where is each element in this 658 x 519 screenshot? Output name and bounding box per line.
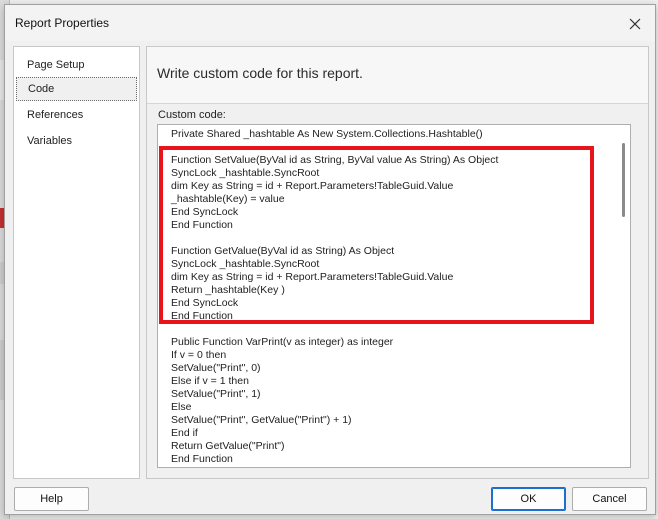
nav-item-variables[interactable]: Variables: [16, 129, 137, 153]
code-line[interactable]: SetValue("Print", 1): [171, 388, 498, 401]
code-line[interactable]: Function SetValue(ByVal id as String, By…: [171, 154, 498, 167]
title-bar: Report Properties: [5, 5, 655, 41]
code-line[interactable]: SetValue("Print", 0): [171, 362, 498, 375]
code-line[interactable]: End SyncLock: [171, 206, 498, 219]
code-line[interactable]: dim Key as String = id + Report.Paramete…: [171, 271, 498, 284]
code-line[interactable]: End Function: [171, 219, 498, 232]
code-line[interactable]: Private Shared _hashtable As New System.…: [171, 128, 498, 141]
code-line[interactable]: Return GetValue("Print"): [171, 440, 498, 453]
code-line[interactable]: dim Key as String = id + Report.Paramete…: [171, 180, 498, 193]
close-button[interactable]: [623, 13, 647, 35]
page-header: Write custom code for this report.: [147, 47, 648, 104]
vertical-scrollbar[interactable]: [620, 127, 628, 465]
nav-item-code[interactable]: Code: [16, 77, 137, 101]
code-line[interactable]: [171, 232, 498, 245]
ok-button[interactable]: OK: [491, 487, 566, 511]
code-line[interactable]: Function GetValue(ByVal id as String) As…: [171, 245, 498, 258]
category-list: Page Setup Code References Variables: [13, 46, 140, 479]
code-line[interactable]: Return _hashtable(Key ): [171, 284, 498, 297]
code-line[interactable]: End SyncLock: [171, 297, 498, 310]
code-line[interactable]: If v = 0 then: [171, 349, 498, 362]
code-line[interactable]: _hashtable(Key) = value: [171, 193, 498, 206]
code-text[interactable]: Private Shared _hashtable As New System.…: [171, 128, 498, 466]
code-line[interactable]: SyncLock _hashtable.SyncRoot: [171, 167, 498, 180]
custom-code-label: Custom code:: [158, 109, 226, 121]
nav-item-page-setup[interactable]: Page Setup: [16, 53, 137, 77]
page-heading: Write custom code for this report.: [157, 65, 363, 81]
help-button[interactable]: Help: [14, 487, 89, 511]
code-page: Write custom code for this report. Custo…: [146, 46, 649, 479]
code-line[interactable]: End if: [171, 427, 498, 440]
code-line[interactable]: Public Function VarPrint(v as integer) a…: [171, 336, 498, 349]
code-line[interactable]: Else: [171, 401, 498, 414]
code-line[interactable]: SyncLock _hashtable.SyncRoot: [171, 258, 498, 271]
close-icon: [629, 18, 641, 30]
code-line[interactable]: SetValue("Print", GetValue("Print") + 1): [171, 414, 498, 427]
scroll-thumb[interactable]: [622, 143, 625, 217]
cancel-button[interactable]: Cancel: [572, 487, 647, 511]
nav-item-references[interactable]: References: [16, 103, 137, 127]
code-line[interactable]: End Function: [171, 310, 498, 323]
code-line[interactable]: End Function: [171, 453, 498, 466]
report-properties-dialog: Report Properties Page Setup Code Refere…: [4, 4, 656, 515]
dialog-title: Report Properties: [15, 16, 110, 30]
code-line[interactable]: [171, 141, 498, 154]
custom-code-editor[interactable]: Private Shared _hashtable As New System.…: [157, 124, 631, 468]
code-line[interactable]: Else if v = 1 then: [171, 375, 498, 388]
code-line[interactable]: [171, 323, 498, 336]
